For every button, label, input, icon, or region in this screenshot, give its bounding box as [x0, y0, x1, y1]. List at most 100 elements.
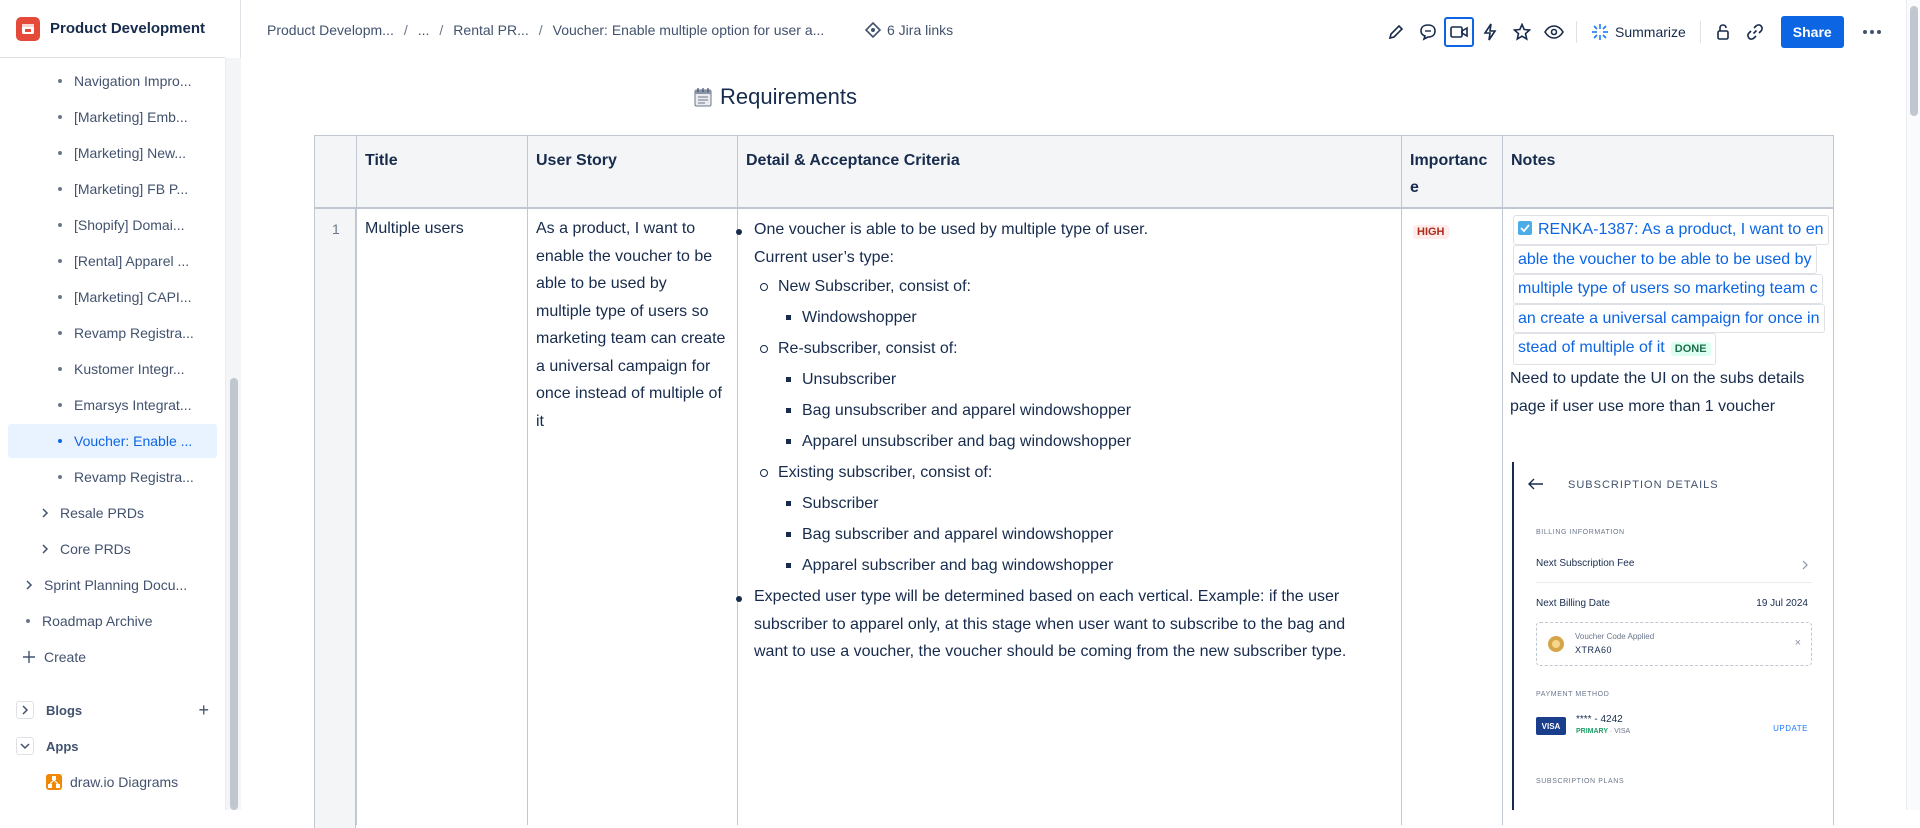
jira-links-button[interactable]: 6 Jira links [865, 22, 953, 38]
chevron-right-icon[interactable] [16, 701, 34, 719]
breadcrumb-item[interactable]: ... [418, 22, 430, 38]
comment-icon[interactable] [1412, 16, 1444, 48]
criteria-line: subscriber to apparel only, at this stag… [754, 615, 1346, 633]
status-badge: DONE [1670, 342, 1711, 356]
criteria-subitem: Re-subscriber, consist of: [732, 333, 1352, 364]
sidebar-section-apps[interactable]: Apps [16, 729, 209, 763]
story-line: it [536, 412, 544, 430]
breadcrumb-item[interactable]: Rental PR... [453, 22, 528, 38]
breadcrumb-item[interactable]: Product Developm... [267, 22, 394, 38]
column-divider [1833, 135, 1834, 825]
chevron-down-icon[interactable] [16, 737, 34, 755]
summarize-button[interactable]: Summarize [1583, 16, 1694, 48]
sidebar-item-roadmap-archive[interactable]: Roadmap Archive [8, 604, 217, 638]
bullet-icon [58, 475, 62, 479]
main-scrollbar[interactable] [1906, 0, 1920, 810]
ai-sparkle-icon [1592, 24, 1608, 40]
criteria-line: want to use a voucher, the voucher shoul… [754, 643, 1347, 660]
sidebar-scroll-thumb[interactable] [230, 378, 238, 810]
story-line: As a product, I want to [536, 220, 696, 237]
header-importance-line2: e [1410, 179, 1419, 196]
sidebar-item[interactable]: Revamp Registra... [8, 460, 217, 494]
toolbar-divider [1699, 21, 1701, 43]
bullet-icon [58, 223, 62, 227]
create-button[interactable]: Create [8, 640, 217, 674]
shot-voucher-label: Voucher Code Applied [1575, 632, 1655, 641]
copy-link-icon[interactable] [1739, 16, 1771, 48]
jira-link-line[interactable]: an create a universal campaign for once … [1513, 303, 1825, 333]
sidebar-item[interactable]: Revamp Registra... [8, 316, 217, 350]
sidebar-folder-resale[interactable]: Resale PRDs [8, 496, 217, 530]
breadcrumb-item-current[interactable]: Voucher: Enable multiple option for user… [553, 22, 825, 38]
bullet-icon [58, 187, 62, 191]
shot-payment-label: PAYMENT METHOD [1536, 691, 1610, 698]
sidebar-item[interactable]: Emarsys Integrat... [8, 388, 217, 422]
sidebar-item[interactable]: [Marketing] Emb... [8, 100, 217, 134]
bullet-icon [58, 115, 62, 119]
sidebar-section-blogs[interactable]: Blogs + [16, 693, 209, 727]
page-actions: Summarize Share [1380, 14, 1888, 50]
story-line: marketing team can create [536, 330, 726, 347]
cell-user-story: As a product, I want to enable the vouch… [536, 215, 736, 435]
watch-eye-icon[interactable] [1538, 16, 1570, 48]
criteria-subitem: New Subscriber, consist of: [732, 271, 1352, 302]
breadcrumb-separator: / [439, 22, 444, 38]
embedded-screenshot[interactable]: SUBSCRIPTION DETAILS BILLING INFORMATION… [1512, 462, 1822, 810]
column-divider [356, 135, 357, 825]
add-blog-icon[interactable]: + [198, 700, 209, 721]
shot-divider [1536, 582, 1812, 583]
notes-line: Need to update the UI on the subs detail… [1510, 370, 1805, 387]
criteria-item: One voucher is able to be used by multip… [732, 216, 1352, 244]
sidebar-app-drawio[interactable]: draw.io Diagrams [46, 765, 216, 799]
cell-title: Multiple users [365, 220, 464, 237]
jira-link-line[interactable]: stead of multiple of it DONE [1513, 333, 1716, 365]
criteria-item: Expected user type will be determined ba… [732, 583, 1352, 666]
shot-plans-label: SUBSCRIPTION PLANS [1536, 778, 1625, 785]
edit-pencil-icon[interactable] [1380, 16, 1412, 48]
criteria-subtext: Current user’s type: [754, 248, 894, 266]
restrictions-lock-icon[interactable] [1707, 16, 1739, 48]
chevron-right-icon[interactable] [22, 578, 36, 592]
video-icon[interactable] [1444, 17, 1474, 47]
more-actions-icon[interactable] [1856, 16, 1888, 48]
jira-link-line[interactable]: able the voucher to be able to be used b… [1513, 244, 1817, 274]
jira-issue-link[interactable]: RENKA-1387: As a product, I want to en a… [1513, 215, 1829, 365]
sidebar-folder-core[interactable]: Core PRDs [8, 532, 217, 566]
sidebar-item[interactable]: Navigation Impro... [8, 64, 217, 98]
story-line: able to be used by [536, 275, 667, 292]
shot-card-number: **** - 4242 [1576, 714, 1623, 725]
jira-link-line[interactable]: multiple type of users so marketing team… [1513, 274, 1823, 304]
sidebar-item[interactable]: [Marketing] CAPI... [8, 280, 217, 314]
sidebar-item[interactable]: [Shopify] Domai... [8, 208, 217, 242]
breadcrumb: Product Developm... / ... / Rental PR...… [267, 22, 824, 38]
jira-link-line[interactable]: RENKA-1387: As a product, I want to en [1513, 215, 1829, 245]
header-notes: Notes [1511, 152, 1556, 169]
blogs-label: Blogs [46, 702, 83, 718]
sidebar-item-sprint-planning[interactable]: Sprint Planning Docu... [8, 568, 217, 602]
notepad-icon [694, 88, 712, 107]
chevron-right-icon[interactable] [38, 506, 52, 520]
criteria-subsubitem: Apparel unsubscriber and bag windowshopp… [732, 426, 1352, 457]
sidebar-scrollbar[interactable] [225, 58, 241, 810]
sidebar-item[interactable]: Kustomer Integr... [8, 352, 217, 386]
drawio-icon [46, 774, 62, 790]
cell-criteria: One voucher is able to be used by multip… [732, 216, 1352, 666]
chevron-right-icon[interactable] [38, 542, 52, 556]
checkbox-checked-icon [1518, 221, 1532, 235]
shot-voucher-code: XTRA60 [1575, 645, 1613, 655]
bullet-icon [58, 295, 62, 299]
star-icon[interactable] [1506, 16, 1538, 48]
criteria-subsubitem: Bag subscriber and apparel windowshopper [732, 519, 1352, 550]
breadcrumb-separator: / [403, 22, 408, 38]
close-icon: × [1794, 637, 1801, 649]
space-header[interactable]: Product Development [0, 0, 225, 58]
main-scroll-thumb[interactable] [1910, 6, 1918, 116]
sidebar-item[interactable]: [Marketing] FB P... [8, 172, 217, 206]
share-button[interactable]: Share [1780, 16, 1844, 48]
sidebar-item-voucher-active[interactable]: Voucher: Enable ... [8, 424, 217, 458]
sidebar-item[interactable]: [Marketing] New... [8, 136, 217, 170]
story-line: once instead of multiple of [536, 385, 722, 402]
chevron-right-icon [1802, 560, 1808, 570]
automation-lightning-icon[interactable] [1474, 16, 1506, 48]
sidebar-item[interactable]: [Rental] Apparel ... [8, 244, 217, 278]
